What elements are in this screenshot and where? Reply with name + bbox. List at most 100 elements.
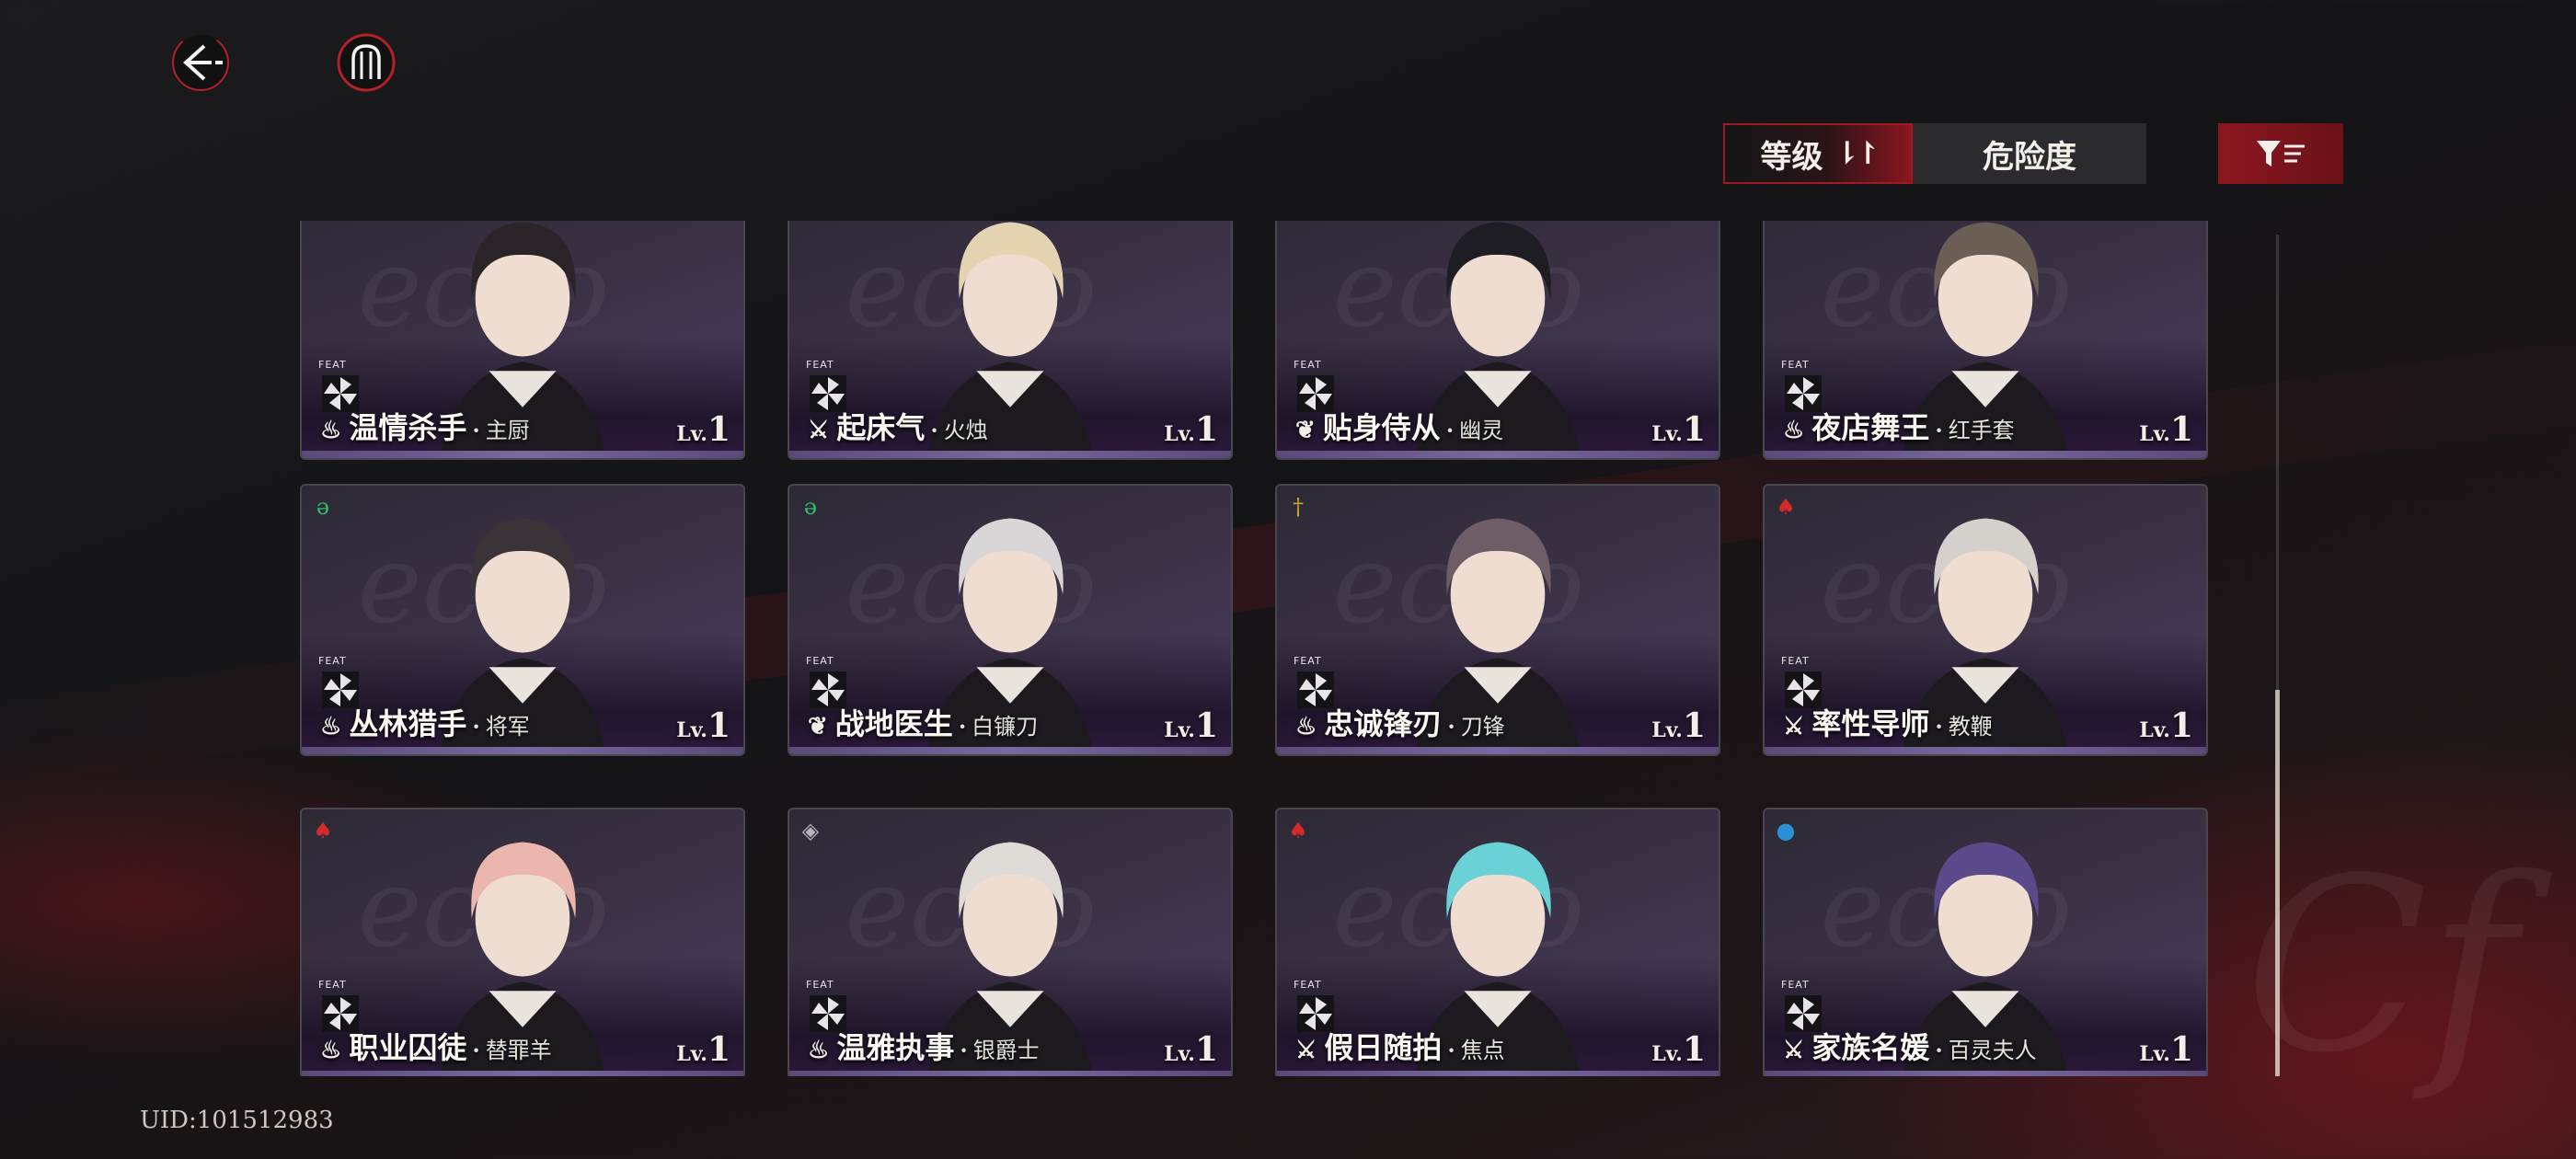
back-button[interactable] [167, 29, 234, 96]
character-name: 假日随拍 [1324, 1030, 1443, 1065]
character-card[interactable]: eccoFEAT♨夜店舞王·红手套Lv.1 [1763, 221, 2208, 460]
character-name-row: ♨ 丛林猎手 · 将军 [320, 701, 530, 743]
level-badge: Lv.1 [2139, 1030, 2193, 1069]
element-tag-icon: ♠ [313, 818, 333, 843]
crossed-swords-icon: ⚔ [1783, 713, 1805, 740]
name-separator: · [1935, 1037, 1943, 1063]
level-value: 1 [707, 410, 730, 449]
character-name-row: ⚔ 起床气 · 火烛 [808, 405, 988, 447]
flame-icon: ♨ [1295, 713, 1317, 740]
flame-icon: ♨ [808, 1037, 830, 1064]
name-separator: · [930, 417, 938, 443]
character-name: 率性导师 [1811, 706, 1930, 741]
filter-button[interactable] [2218, 123, 2343, 184]
level-value: 1 [1682, 410, 1706, 449]
level-badge: Lv.1 [1164, 1030, 1218, 1069]
character-card[interactable]: ecco♠FEAT⚔率性导师·教鞭Lv.1 [1763, 484, 2208, 756]
level-value: 1 [2169, 1030, 2193, 1069]
character-card[interactable]: eccoəFEAT♨丛林猎手·将军Lv.1 [300, 484, 745, 756]
level-value: 1 [707, 1030, 730, 1069]
character-name-row: ♨ 温情杀手 · 主厨 [320, 405, 530, 447]
level-badge: Lv.1 [2139, 706, 2193, 745]
name-separator: · [472, 1037, 480, 1063]
costume-name: 替罪羊 [485, 1038, 552, 1063]
character-grid[interactable]: eccoFEAT♨温情杀手·主厨Lv.1eccoFEAT⚔起床气·火烛Lv.1e… [300, 221, 2214, 1076]
flame-icon: ♨ [1783, 417, 1805, 444]
character-name: 丛林猎手 [349, 706, 467, 741]
character-name-row: ⚔ 假日随拍 · 焦点 [1295, 1025, 1505, 1067]
wings-icon: ❦ [1295, 417, 1316, 444]
scrollbar-thumb[interactable] [2275, 690, 2280, 1076]
menu-emblem-icon [337, 33, 396, 92]
character-card[interactable]: ecco†FEAT♨忠诚锋刃·刀锋Lv.1 [1275, 484, 1720, 756]
level-value: 1 [2169, 410, 2193, 449]
character-name: 战地医生 [834, 706, 953, 741]
character-card[interactable]: eccoəFEAT❦战地医生·白镰刀Lv.1 [788, 484, 1233, 756]
menu-button[interactable] [333, 29, 399, 96]
level-value: 1 [1194, 706, 1218, 745]
crossed-swords-icon: ⚔ [1783, 1037, 1805, 1064]
filter-icon [2257, 141, 2305, 166]
flame-icon: ♨ [320, 713, 342, 740]
costume-name: 教鞭 [1948, 714, 1993, 740]
name-separator: · [1447, 713, 1455, 740]
sort-tab-level-label: 等级 [1760, 138, 1823, 176]
name-separator: · [472, 713, 480, 740]
name-separator: · [960, 1037, 968, 1063]
level-label: Lv. [1164, 1042, 1195, 1066]
character-name-row: ♨ 忠诚锋刃 · 刀锋 [1295, 701, 1505, 743]
name-separator: · [472, 417, 480, 443]
character-card[interactable]: eccoFEAT❦贴身侍从·幽灵Lv.1 [1275, 221, 1720, 460]
character-name: 贴身侍从 [1322, 410, 1441, 445]
sort-tab-level[interactable]: 等级 ⇂↾ [1723, 123, 1913, 184]
character-name-row: ⚔ 率性导师 · 教鞭 [1783, 701, 1993, 743]
level-value: 1 [1682, 1030, 1706, 1069]
character-name-row: ❦ 贴身侍从 · 幽灵 [1295, 405, 1503, 447]
character-name: 温雅执事 [836, 1030, 955, 1065]
sort-arrows-icon: ⇂↾ [1834, 135, 1881, 172]
character-name-row: ♨ 夜店舞王 · 红手套 [1783, 405, 2015, 447]
level-value: 1 [1682, 706, 1706, 745]
character-name-row: ❦ 战地医生 · 白镰刀 [808, 701, 1038, 743]
level-badge: Lv.1 [1651, 706, 1706, 745]
level-label: Lv. [1164, 422, 1195, 446]
level-badge: Lv.1 [2139, 410, 2193, 449]
level-label: Lv. [1651, 422, 1683, 446]
character-name: 家族名媛 [1811, 1030, 1930, 1065]
character-name-row: ♨ 职业囚徒 · 替罪羊 [320, 1025, 552, 1067]
level-label: Lv. [1651, 718, 1683, 742]
costume-name: 红手套 [1948, 418, 2015, 443]
costume-name: 幽灵 [1459, 418, 1504, 443]
character-name: 忠诚锋刃 [1324, 706, 1443, 741]
element-tag-icon: ♠ [1776, 494, 1796, 520]
costume-name: 刀锋 [1460, 714, 1505, 740]
character-card[interactable]: ecco●FEAT⚔家族名媛·百灵夫人Lv.1 [1763, 808, 2208, 1076]
level-badge: Lv.1 [1164, 706, 1218, 745]
element-tag-icon: † [1293, 494, 1304, 520]
name-separator: · [1935, 417, 1943, 443]
level-label: Lv. [2139, 422, 2170, 446]
level-value: 1 [1194, 410, 1218, 449]
sort-tabs: 等级 ⇂↾ 危险度 [1723, 123, 2146, 184]
level-value: 1 [707, 706, 730, 745]
sort-tab-danger[interactable]: 危险度 [1913, 123, 2146, 184]
back-arrow-icon [172, 34, 229, 91]
level-label: Lv. [1164, 718, 1195, 742]
level-label: Lv. [2139, 1042, 2170, 1066]
character-card[interactable]: ecco♠FEAT⚔假日随拍·焦点Lv.1 [1275, 808, 1720, 1076]
level-value: 1 [1194, 1030, 1218, 1069]
character-card[interactable]: eccoFEAT♨温情杀手·主厨Lv.1 [300, 221, 745, 460]
level-badge: Lv.1 [1651, 1030, 1706, 1069]
character-card[interactable]: ecco♠FEAT♨职业囚徒·替罪羊Lv.1 [300, 808, 745, 1076]
character-card[interactable]: eccoFEAT⚔起床气·火烛Lv.1 [788, 221, 1233, 460]
costume-name: 将军 [485, 714, 530, 740]
wings-icon: ❦ [808, 713, 828, 740]
character-name-row: ♨ 温雅执事 · 银爵士 [808, 1025, 1040, 1067]
element-tag-icon: ə [316, 494, 330, 520]
character-card[interactable]: ecco◈FEAT♨温雅执事·银爵士Lv.1 [788, 808, 1233, 1076]
level-badge: Lv.1 [676, 706, 730, 745]
flame-icon: ♨ [320, 417, 342, 444]
costume-name: 百灵夫人 [1948, 1038, 2037, 1063]
name-separator: · [1445, 417, 1455, 443]
level-value: 1 [2169, 706, 2193, 745]
